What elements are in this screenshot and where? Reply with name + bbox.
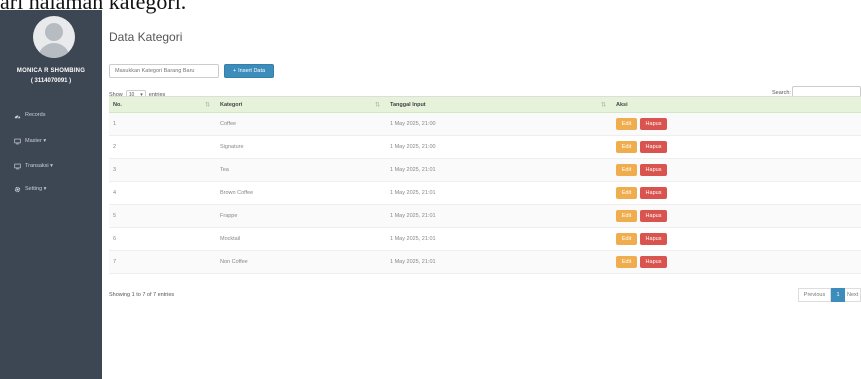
insert-data-label: Insert Data xyxy=(238,68,266,74)
sidebar-item-records[interactable]: Records xyxy=(14,109,45,121)
table-header: No. ⇅ Kategori ⇅ Tanggal Input ⇅ Aksi xyxy=(109,97,861,113)
sidebar-item-label: Transaksi ▾ xyxy=(25,163,53,169)
delete-button[interactable]: Hapus xyxy=(640,118,667,130)
cell-tanggal: 1 May 2025, 21:00 xyxy=(390,121,436,127)
user-id: ( 3114070091 ) xyxy=(30,78,72,84)
delete-button[interactable]: Hapus xyxy=(640,164,667,176)
cell-tanggal: 1 May 2025, 21:00 xyxy=(390,144,436,150)
pagination: Previous 1 Next xyxy=(798,288,861,302)
sidebar-item-transaksi[interactable]: Transaksi ▾ xyxy=(14,160,53,172)
cell-no: 7 xyxy=(113,259,117,265)
sort-icon: ⇅ xyxy=(374,102,380,108)
cell-aksi: Edit Hapus xyxy=(611,182,861,204)
user-name: MONICA R SHOMBING xyxy=(16,68,86,74)
insert-data-button[interactable]: + Insert Data xyxy=(224,64,274,78)
delete-button[interactable]: Hapus xyxy=(640,187,667,199)
cell-aksi: Edit Hapus xyxy=(611,113,861,135)
cell-kategori: Non Coffee xyxy=(220,259,248,265)
edit-button[interactable]: Edit xyxy=(616,256,637,268)
delete-button[interactable]: Hapus xyxy=(640,210,667,222)
cell-no: 3 xyxy=(113,167,117,173)
cell-aksi: Edit Hapus xyxy=(611,159,861,181)
cell-tanggal: 1 May 2025, 21:01 xyxy=(390,213,436,219)
cell-kategori: Signature xyxy=(220,144,244,150)
cell-kategori: Coffee xyxy=(220,121,237,127)
cell-no: 2 xyxy=(113,144,117,150)
sidebar-item-label: Master ▾ xyxy=(25,138,47,144)
cell-no: 6 xyxy=(113,236,117,242)
cell-aksi: Edit Hapus xyxy=(611,251,861,273)
cell-aksi: Edit Hapus xyxy=(611,136,861,158)
page-title: Data Kategori xyxy=(109,30,183,44)
cell-kategori: Brown Coffee xyxy=(220,190,254,196)
avatar xyxy=(33,16,75,58)
column-header-aksi: Aksi xyxy=(616,101,628,108)
table-row: 6 Mocktail 1 May 2025, 21:01 Edit Hapus xyxy=(109,228,861,251)
page-1-button[interactable]: 1 xyxy=(831,288,845,302)
sort-icon: ⇅ xyxy=(600,102,606,108)
table-row: 3 Tea 1 May 2025, 21:01 Edit Hapus xyxy=(109,159,861,182)
cell-kategori: Frappe xyxy=(220,213,238,219)
gear-icon xyxy=(14,186,21,192)
table-info: Showing 1 to 7 of 7 entries xyxy=(109,292,175,298)
sidebar-item-setting[interactable]: Setting ▾ xyxy=(14,183,46,195)
delete-button[interactable]: Hapus xyxy=(640,256,667,268)
plus-icon: + xyxy=(232,68,237,74)
monitor-icon xyxy=(14,163,21,169)
table-row: 7 Non Coffee 1 May 2025, 21:01 Edit Hapu… xyxy=(109,251,861,274)
dashboard-icon xyxy=(14,114,21,118)
table-row: 4 Brown Coffee 1 May 2025, 21:01 Edit Ha… xyxy=(109,182,861,205)
table-row: 5 Frappe 1 May 2025, 21:01 Edit Hapus xyxy=(109,205,861,228)
cell-tanggal: 1 May 2025, 21:01 xyxy=(390,167,436,173)
edit-button[interactable]: Edit xyxy=(616,118,637,130)
category-table: No. ⇅ Kategori ⇅ Tanggal Input ⇅ Aksi 1 Cof… xyxy=(109,96,861,274)
edit-button[interactable]: Edit xyxy=(616,141,637,153)
edit-button[interactable]: Edit xyxy=(616,164,637,176)
sidebar-item-label: Setting ▾ xyxy=(25,186,47,192)
next-button[interactable]: Next xyxy=(845,288,861,302)
edit-button[interactable]: Edit xyxy=(616,187,637,199)
column-header-tanggal[interactable]: Tanggal Input ⇅ xyxy=(385,97,611,112)
sidebar-item-master[interactable]: Master ▾ xyxy=(14,135,46,147)
cell-no: 4 xyxy=(113,190,117,196)
delete-button[interactable]: Hapus xyxy=(640,141,667,153)
cell-aksi: Edit Hapus xyxy=(611,228,861,250)
category-input[interactable] xyxy=(109,64,219,78)
sidebar: MONICA R SHOMBING ( 3114070091 ) Records… xyxy=(0,10,102,379)
cell-tanggal: 1 May 2025, 21:01 xyxy=(390,190,436,196)
cell-kategori: Tea xyxy=(220,167,229,173)
edit-button[interactable]: Edit xyxy=(616,233,637,245)
table-row: 1 Coffee 1 May 2025, 21:00 Edit Hapus xyxy=(109,113,861,136)
table-row: 2 Signature 1 May 2025, 21:00 Edit Hapus xyxy=(109,136,861,159)
delete-button[interactable]: Hapus xyxy=(640,233,667,245)
cell-no: 1 xyxy=(113,121,117,127)
monitor-icon xyxy=(14,138,21,144)
previous-button[interactable]: Previous xyxy=(798,288,831,302)
edit-button[interactable]: Edit xyxy=(616,210,637,222)
sidebar-item-label: Records xyxy=(25,112,46,118)
column-header-kategori[interactable]: Kategori ⇅ xyxy=(215,97,385,112)
main-content: Data Kategori + Insert Data Show 10 ▾ en… xyxy=(102,10,861,379)
cell-no: 5 xyxy=(113,213,117,219)
sort-icon: ⇅ xyxy=(204,102,210,108)
cell-kategori: Mocktail xyxy=(220,236,241,242)
cell-aksi: Edit Hapus xyxy=(611,205,861,227)
cell-tanggal: 1 May 2025, 21:01 xyxy=(390,236,436,242)
column-header-no[interactable]: No. ⇅ xyxy=(109,97,215,112)
cell-tanggal: 1 May 2025, 21:01 xyxy=(390,259,436,265)
